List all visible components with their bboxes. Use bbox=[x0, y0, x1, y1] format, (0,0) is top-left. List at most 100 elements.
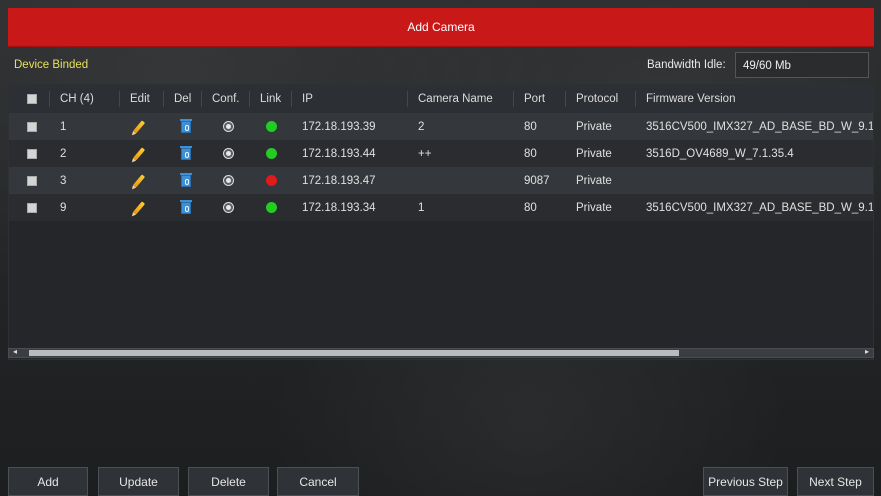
header-link: Link bbox=[260, 93, 282, 105]
table-header: CH (4) Edit Del Conf. Link IP Camera Nam… bbox=[9, 85, 873, 113]
table-row[interactable]: 9 172.18.193.34 1 80 Private 3516CV500_I… bbox=[9, 194, 874, 221]
header-firmware: Firmware Version bbox=[646, 93, 736, 105]
row-checkbox-cell[interactable] bbox=[27, 167, 37, 194]
cell-camera-name: 1 bbox=[418, 201, 425, 214]
column-divider bbox=[291, 91, 292, 107]
pencil-icon[interactable] bbox=[132, 146, 146, 161]
camera-table: CH (4) Edit Del Conf. Link IP Camera Nam… bbox=[8, 84, 874, 360]
row-checkbox[interactable] bbox=[27, 175, 37, 186]
pencil-icon[interactable] bbox=[132, 173, 146, 188]
edit-button[interactable] bbox=[132, 113, 146, 140]
cell-port: 80 bbox=[524, 201, 537, 214]
cell-ip: 172.18.193.34 bbox=[302, 201, 376, 214]
config-icon[interactable] bbox=[223, 148, 234, 159]
edit-button[interactable] bbox=[132, 140, 146, 167]
bandwidth-value-field: 49/60 Mb bbox=[735, 52, 869, 78]
header-ip: IP bbox=[302, 93, 313, 105]
cell-ch: 3 bbox=[60, 174, 67, 187]
pencil-icon[interactable] bbox=[132, 200, 146, 215]
trash-icon[interactable] bbox=[180, 145, 192, 160]
config-button[interactable] bbox=[223, 140, 234, 167]
link-status-icon bbox=[266, 121, 277, 132]
delete-row-button[interactable] bbox=[180, 194, 192, 221]
delete-row-button[interactable] bbox=[180, 113, 192, 140]
row-checkbox-cell[interactable] bbox=[27, 194, 37, 221]
cell-ch: 9 bbox=[60, 201, 67, 214]
cell-camera-name: 2 bbox=[418, 120, 425, 133]
delete-button[interactable]: Delete bbox=[188, 467, 269, 496]
cell-camera-name: ++ bbox=[418, 147, 432, 160]
select-all-cell[interactable] bbox=[27, 85, 37, 113]
next-step-button[interactable]: Next Step bbox=[797, 467, 874, 496]
cell-firmware: 3516CV500_IMX327_AD_BASE_BD_W_9.1.2 bbox=[646, 120, 874, 133]
header-del: Del bbox=[174, 93, 192, 105]
link-status-cell bbox=[266, 140, 277, 167]
delete-row-button[interactable] bbox=[180, 167, 192, 194]
cell-ip: 172.18.193.39 bbox=[302, 120, 376, 133]
update-button[interactable]: Update bbox=[98, 467, 179, 496]
config-icon[interactable] bbox=[223, 175, 234, 186]
link-status-cell bbox=[266, 167, 277, 194]
header-port: Port bbox=[524, 93, 546, 105]
bandwidth-label: Bandwidth Idle: bbox=[647, 59, 726, 71]
config-icon[interactable] bbox=[223, 202, 234, 213]
link-status-cell bbox=[266, 194, 277, 221]
window-title: Add Camera bbox=[407, 20, 475, 34]
select-all-checkbox[interactable] bbox=[27, 94, 37, 104]
header-edit: Edit bbox=[130, 93, 150, 105]
cell-protocol: Private bbox=[576, 120, 612, 133]
trash-icon[interactable] bbox=[180, 118, 192, 133]
row-checkbox-cell[interactable] bbox=[27, 140, 37, 167]
column-divider bbox=[201, 91, 202, 107]
row-checkbox[interactable] bbox=[27, 148, 37, 159]
cell-port: 80 bbox=[524, 120, 537, 133]
row-checkbox[interactable] bbox=[27, 202, 37, 213]
add-button[interactable]: Add bbox=[8, 467, 88, 496]
cell-firmware: 3516CV500_IMX327_AD_BASE_BD_W_9.1.2 bbox=[646, 201, 874, 214]
config-button[interactable] bbox=[223, 167, 234, 194]
status-row: Device Binded Bandwidth Idle: 49/60 Mb bbox=[8, 52, 874, 80]
device-binded-label: Device Binded bbox=[14, 59, 89, 71]
table-row[interactable]: 3 172.18.193.47 9087 Private bbox=[9, 167, 873, 194]
cell-protocol: Private bbox=[576, 201, 612, 214]
trash-icon[interactable] bbox=[180, 199, 192, 214]
delete-row-button[interactable] bbox=[180, 140, 192, 167]
row-checkbox-cell[interactable] bbox=[27, 113, 37, 140]
scrollbar-thumb[interactable] bbox=[29, 350, 679, 356]
link-status-icon bbox=[266, 148, 277, 159]
cell-ip: 172.18.193.44 bbox=[302, 147, 376, 160]
column-divider bbox=[635, 91, 636, 107]
cell-port: 9087 bbox=[524, 174, 550, 187]
table-row[interactable]: 2 172.18.193.44 ++ 80 Private 3516D_OV46… bbox=[9, 140, 873, 167]
config-icon[interactable] bbox=[223, 121, 234, 132]
link-status-icon bbox=[266, 202, 277, 213]
cell-ch: 1 bbox=[60, 120, 67, 133]
column-divider bbox=[49, 91, 50, 107]
column-divider bbox=[565, 91, 566, 107]
scroll-right-icon[interactable]: ▸ bbox=[865, 347, 869, 356]
config-button[interactable] bbox=[223, 194, 234, 221]
pencil-icon[interactable] bbox=[132, 119, 146, 134]
column-divider bbox=[249, 91, 250, 107]
link-status-cell bbox=[266, 113, 277, 140]
cancel-button[interactable]: Cancel bbox=[277, 467, 359, 496]
config-button[interactable] bbox=[223, 113, 234, 140]
header-ch: CH (4) bbox=[60, 93, 94, 105]
edit-button[interactable] bbox=[132, 194, 146, 221]
column-divider bbox=[407, 91, 408, 107]
horizontal-scrollbar[interactable]: ◂ ▸ bbox=[8, 347, 874, 358]
cell-port: 80 bbox=[524, 147, 537, 160]
table-row[interactable]: 1 172.18.193.39 2 80 Private 3516CV500_I… bbox=[9, 113, 874, 140]
trash-icon[interactable] bbox=[180, 172, 192, 187]
header-protocol: Protocol bbox=[576, 93, 619, 105]
header-camera-name: Camera Name bbox=[418, 93, 493, 105]
previous-step-button[interactable]: Previous Step bbox=[703, 467, 788, 496]
cell-firmware: 3516D_OV4689_W_7.1.35.4 bbox=[646, 147, 794, 160]
column-divider bbox=[513, 91, 514, 107]
cell-protocol: Private bbox=[576, 174, 612, 187]
edit-button[interactable] bbox=[132, 167, 146, 194]
scroll-left-icon[interactable]: ◂ bbox=[13, 347, 17, 356]
row-checkbox[interactable] bbox=[27, 121, 37, 132]
header-conf: Conf. bbox=[212, 93, 240, 105]
cell-ip: 172.18.193.47 bbox=[302, 174, 376, 187]
